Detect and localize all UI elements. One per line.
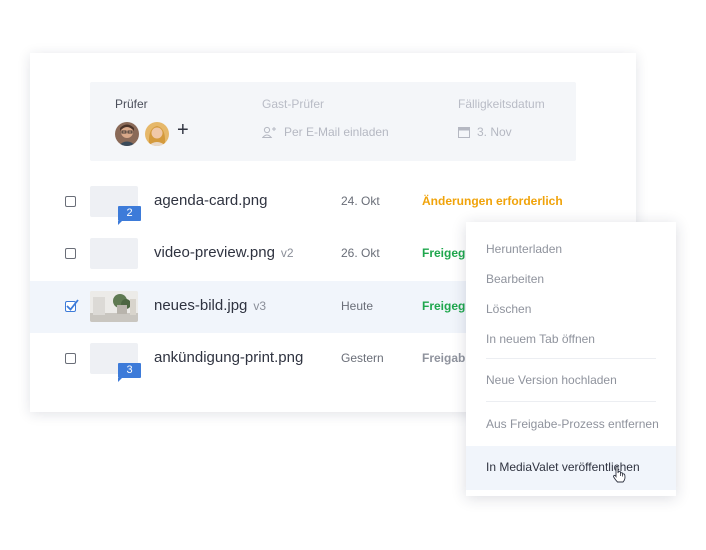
status-badge: Änderungen erforderlich	[422, 194, 563, 208]
file-name-text: ankündigung-print.png	[154, 349, 304, 366]
file-name[interactable]: video-preview.png v2	[154, 244, 294, 261]
file-date: 24. Okt	[341, 194, 380, 208]
file-date: Gestern	[341, 351, 384, 365]
menu-item-upload-version[interactable]: Neue Version hochladen	[486, 373, 617, 387]
reviewer-avatar-1[interactable]	[115, 122, 139, 146]
comment-count-badge[interactable]: 2	[118, 206, 141, 225]
file-name[interactable]: neues-bild.jpg v3	[154, 297, 266, 314]
menu-divider	[486, 401, 656, 402]
menu-item-open-new-tab[interactable]: In neuem Tab öffnen	[486, 332, 595, 346]
menu-divider	[486, 358, 656, 359]
due-date-picker[interactable]: 3. Nov	[458, 125, 512, 139]
file-version: v2	[280, 246, 294, 260]
row-checkbox[interactable]	[65, 353, 76, 364]
add-person-icon	[262, 126, 276, 138]
status-badge: Freigabe	[422, 351, 465, 365]
checkmark-icon	[66, 299, 79, 311]
interior-photo-icon	[90, 291, 138, 322]
hand-pointer-icon	[613, 466, 626, 483]
file-date: Heute	[341, 299, 374, 313]
status-badge: Freigegeben	[422, 299, 465, 313]
file-thumbnail	[90, 238, 138, 269]
reviewer-avatar-2[interactable]	[145, 122, 169, 146]
due-date-value: 3. Nov	[477, 125, 512, 139]
file-version: v3	[253, 299, 267, 313]
row-checkbox[interactable]	[65, 196, 76, 207]
menu-item-delete[interactable]: Löschen	[486, 302, 531, 316]
file-name[interactable]: agenda-card.png	[154, 192, 273, 209]
file-date: 26. Okt	[341, 246, 380, 260]
add-reviewer-button[interactable]: +	[177, 120, 189, 140]
comment-count-badge[interactable]: 3	[118, 363, 141, 382]
file-name-text: agenda-card.png	[154, 192, 268, 209]
menu-item-remove-approval[interactable]: Aus Freigabe-Prozess entfernen	[486, 417, 659, 431]
guest-placeholder: Per E-Mail einladen	[284, 125, 389, 139]
table-row[interactable]: 2 agenda-card.png 24. Okt Änderungen erf…	[30, 176, 636, 228]
status-badge: Freigegeben	[422, 246, 465, 260]
row-checkbox-checked[interactable]	[65, 299, 79, 312]
file-name-text: neues-bild.jpg	[154, 297, 248, 314]
file-name[interactable]: ankündigung-print.png	[154, 349, 309, 366]
file-name-text: video-preview.png	[154, 244, 275, 261]
menu-item-download[interactable]: Herunterladen	[486, 242, 562, 256]
pruefer-label: Prüfer	[115, 97, 148, 111]
reviewers-panel: Prüfer + Gast-Prüfer Per E-Mail einladen…	[90, 82, 576, 161]
due-date-label: Fälligkeitsdatum	[458, 97, 545, 111]
context-menu: Herunterladen Bearbeiten Löschen In neue…	[466, 222, 676, 496]
guest-label: Gast-Prüfer	[262, 97, 325, 111]
menu-item-edit[interactable]: Bearbeiten	[486, 272, 544, 286]
file-thumbnail-image	[90, 291, 138, 322]
menu-item-publish[interactable]: In MediaValet veröffentlichen	[466, 446, 676, 490]
avatar-woman-icon	[145, 122, 169, 146]
guest-invite-input[interactable]: Per E-Mail einladen	[262, 125, 389, 139]
calendar-icon	[458, 127, 470, 138]
avatar-man-icon	[115, 122, 139, 146]
row-checkbox[interactable]	[65, 248, 76, 259]
